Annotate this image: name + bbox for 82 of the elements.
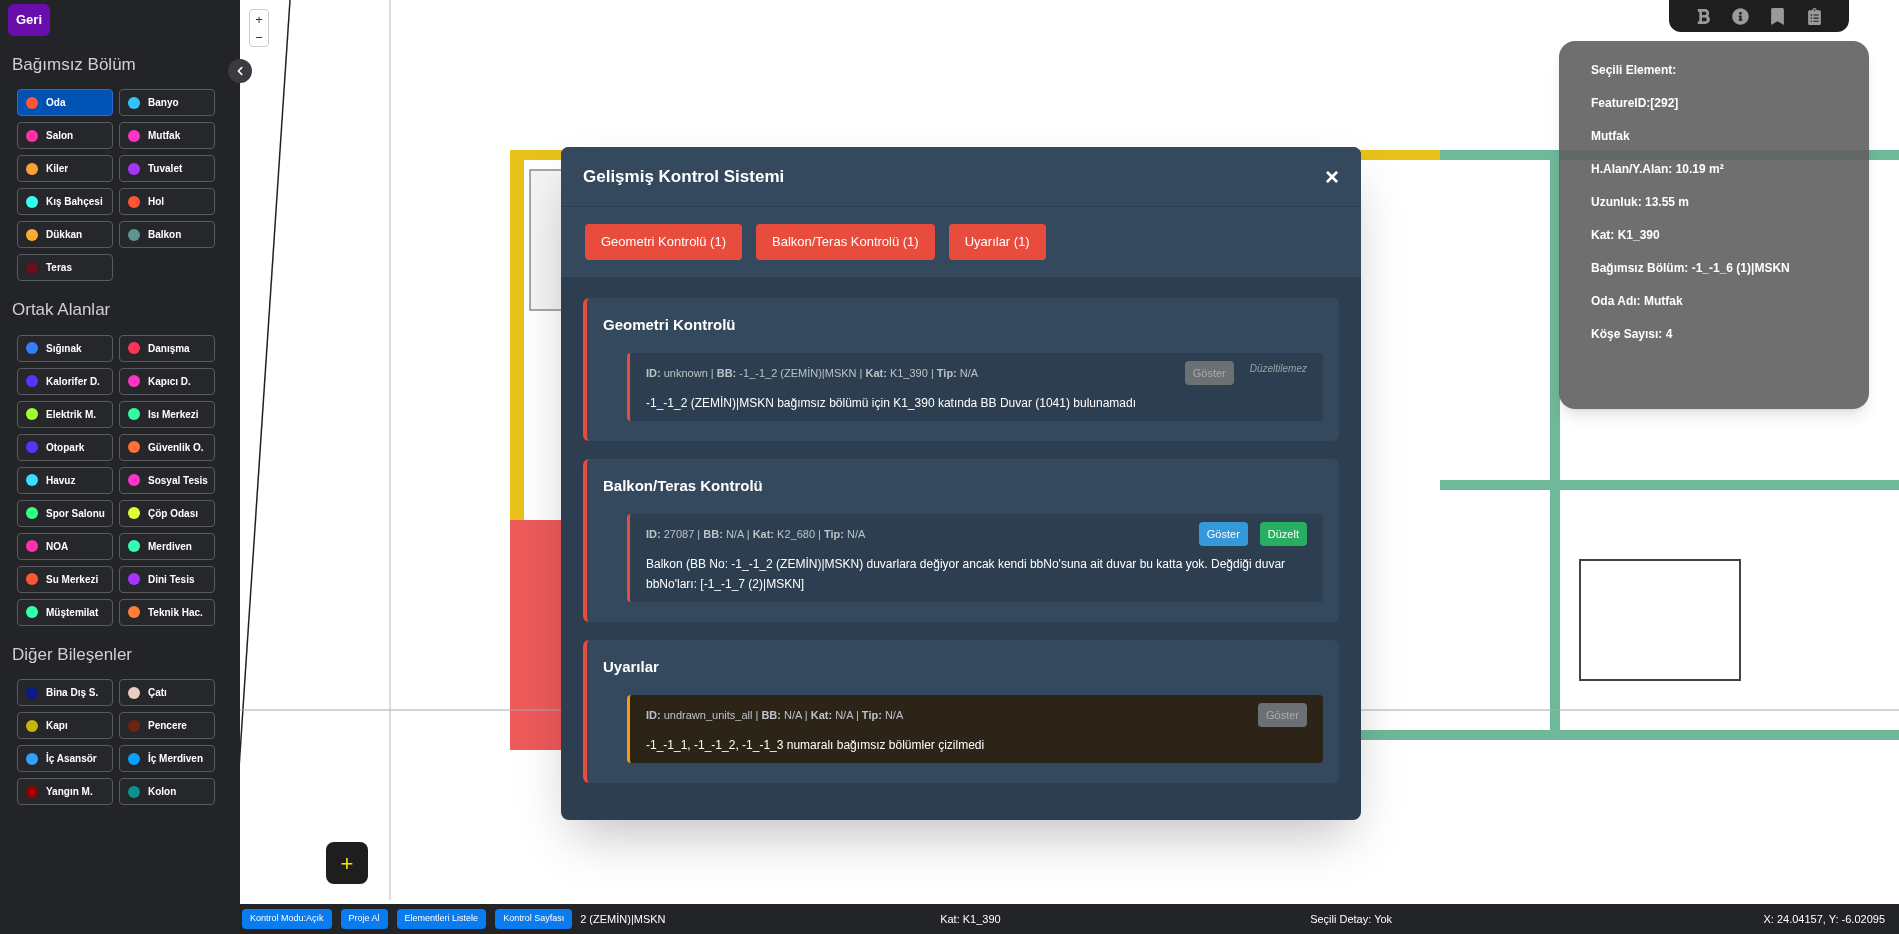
info-line: Oda Adı: Mutfak (1591, 293, 1684, 310)
category-button[interactable]: Pencere (119, 712, 215, 739)
item-message: -1_-1_2 (ZEMİN)|MSKN bağımsız bölümü için K1_390 katında BB Duvar (1041) bulunamadı (646, 395, 1137, 412)
back-button[interactable]: Geri (8, 4, 50, 36)
item-meta: ID: unknown | BB: -1_-1_2 (ZEMİN)|MSKN | Kat: K1_390 | Tip: N/A (646, 365, 980, 381)
category-button[interactable]: Müştemilat (17, 598, 113, 626)
category-button[interactable]: Dini Tesis (119, 565, 215, 593)
category-button[interactable]: Banyo (119, 89, 215, 116)
category-button[interactable]: Çöp Odası (119, 499, 215, 527)
category-button[interactable]: İç Merdiven (119, 745, 215, 772)
info-line: H.Alan/Y.Alan: 10.19 m² (1591, 161, 1725, 178)
floor-status: Kat: K1_390 (940, 911, 1002, 927)
status-button[interactable]: Kontrol Modu:Açık (242, 909, 332, 929)
info-line: Köşe Sayısı: 4 (1591, 326, 1674, 343)
category-button[interactable]: Havuz (17, 466, 113, 494)
category-button[interactable]: Kolon (119, 778, 215, 805)
info-icon[interactable] (1732, 7, 1749, 25)
category-button[interactable]: Kapıcı D. (119, 367, 215, 395)
detail-status: Seçili Detay: Yok (1310, 911, 1393, 927)
section-heading: Ortak Alanlar (12, 299, 112, 321)
section-title: Uyarılar (603, 657, 660, 677)
unit-status: 2 (ZEMİN)|MSKN (580, 911, 667, 927)
info-line: Seçili Element: (1591, 62, 1678, 79)
category-button[interactable]: Merdiven (119, 532, 215, 560)
info-line: Bağımsız Bölüm: -1_-1_6 (1)|MSKN (1591, 260, 1791, 277)
category-button[interactable]: Teknik Hac. (119, 598, 215, 626)
category-button[interactable]: Hol (119, 188, 215, 215)
not-fixable-note: Düzeltilemez (1249, 361, 1307, 376)
category-button[interactable]: Elektrik M. (17, 400, 113, 428)
category-button[interactable]: Balkon (119, 221, 215, 248)
category-button[interactable]: Salon (17, 122, 113, 149)
info-line: FeatureID:[292] (1591, 95, 1680, 112)
bookmark-icon[interactable] (1769, 7, 1786, 25)
category-button[interactable]: NOA (17, 532, 113, 560)
category-button[interactable]: Isı Merkezi (119, 400, 215, 428)
category-button[interactable]: Sosyal Tesis (119, 466, 215, 494)
category-button[interactable]: Kapı (17, 712, 113, 739)
category-button[interactable]: Kış Bahçesi (17, 188, 113, 215)
section-title: Geometri Kontrolü (603, 315, 737, 335)
category-button[interactable]: Mutfak (119, 122, 215, 149)
category-button[interactable]: Teras (17, 254, 113, 281)
item-message: Balkon (BB No: -1_-1_2 (ZEMİN)|MSKN) duvarlara değiyor ancak kendi bbNo'suna ait duvar bu katta yok. Değdiği duvar bbNo'ları: [-1_-1_7 (2)|MSKN] (646, 556, 1287, 593)
coordinates: X: 24.04157, Y: -6.02095 (1763, 911, 1885, 927)
item-message: -1_-1_1, -1_-1_2, -1_-1_3 numaralı bağımsız bölümler çizilmedi (646, 737, 986, 754)
bold-icon[interactable] (1695, 7, 1712, 25)
category-button[interactable]: Danışma (119, 334, 215, 362)
collapse-button[interactable] (228, 59, 252, 83)
list-icon[interactable] (1806, 7, 1823, 25)
item-meta: ID: undrawn_units_all | BB: N/A | Kat: N/A | Tip: N/A (646, 707, 905, 723)
section-title: Balkon/Teras Kontrolü (603, 476, 764, 496)
category-button[interactable]: Kiler (17, 155, 113, 182)
category-button[interactable]: Yangın M. (17, 778, 113, 805)
category-button[interactable]: Su Merkezi (17, 565, 113, 593)
status-button[interactable]: Kontrol Sayfası (495, 909, 573, 929)
section-heading: Diğer Bileşenler (12, 643, 133, 666)
category-button[interactable]: Tuvalet (119, 155, 215, 182)
info-line: Kat: K1_390 (1591, 227, 1661, 244)
category-button[interactable]: İç Asansör (17, 745, 113, 772)
dialog-title: Gelişmiş Kontrol Sistemi (583, 165, 785, 188)
category-button[interactable]: Güvenlik O. (119, 433, 215, 461)
category-button[interactable]: Bina Dış S. (17, 679, 113, 706)
category-button[interactable]: Kalorifer D. (17, 367, 113, 395)
category-button[interactable]: Otopark (17, 433, 113, 461)
status-button[interactable]: Elementleri Listele (396, 909, 487, 929)
status-button[interactable]: Proje Al (340, 909, 388, 929)
category-button[interactable]: Oda (17, 89, 113, 116)
category-button[interactable]: Dükkan (17, 221, 113, 248)
section-heading: Bağımsız Bölüm (12, 53, 137, 76)
item-meta: ID: 27087 | BB: N/A | Kat: K2_680 | Tip: N/A (646, 526, 867, 542)
close-button[interactable]: × (1325, 164, 1339, 189)
info-line: Uzunluk: 13.55 m (1591, 194, 1691, 211)
category-button[interactable]: Spor Salonu (17, 499, 113, 527)
info-line: Mutfak (1591, 128, 1631, 145)
filter-tab[interactable]: Uyarılar (1) (948, 224, 1046, 260)
zoom-button[interactable]: − (250, 28, 268, 46)
add-button[interactable]: + (326, 842, 368, 884)
category-button[interactable]: Çatı (119, 679, 215, 706)
filter-tab[interactable]: Geometri Kontrolü (1) (585, 224, 742, 260)
category-button[interactable]: Sığınak (17, 334, 113, 362)
filter-tab[interactable]: Balkon/Teras Kontrolü (1) (756, 224, 935, 260)
zoom-button[interactable]: + (250, 10, 268, 28)
chevron-left-icon (235, 66, 245, 76)
